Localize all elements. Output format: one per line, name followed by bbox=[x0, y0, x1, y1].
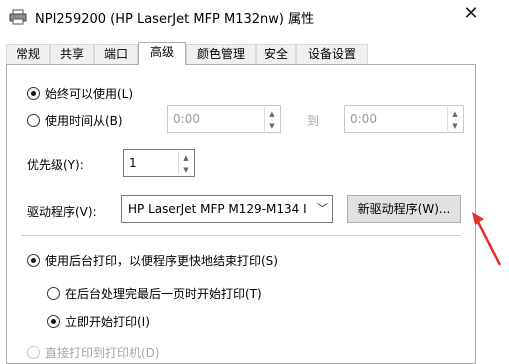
close-button[interactable]: ✕ bbox=[456, 0, 486, 30]
tab-security[interactable]: 安全 bbox=[256, 44, 296, 64]
spool-radio[interactable] bbox=[27, 254, 40, 267]
tab-general[interactable]: 常规 bbox=[6, 44, 50, 64]
spin-up-icon[interactable]: ▲ bbox=[448, 107, 462, 119]
tab-advanced[interactable]: 高级 bbox=[138, 42, 186, 65]
always-available-label[interactable]: 始终可以使用(L) bbox=[45, 85, 133, 102]
available-from-radio[interactable] bbox=[27, 114, 40, 127]
spin-down-icon[interactable]: ▼ bbox=[265, 119, 279, 131]
tab-ports[interactable]: 端口 bbox=[94, 44, 138, 64]
tab-sharing[interactable]: 共享 bbox=[50, 44, 94, 64]
spin-down-icon[interactable]: ▼ bbox=[179, 163, 193, 175]
driver-label: 驱动程序(V): bbox=[27, 205, 97, 219]
chevron-down-icon: ﹀ bbox=[317, 202, 328, 215]
from-time-value: 0:00 bbox=[173, 112, 200, 126]
available-to-time[interactable]: 0:00 ▲ ▼ bbox=[344, 105, 464, 133]
printer-icon bbox=[9, 9, 27, 25]
always-available-radio[interactable] bbox=[27, 87, 40, 100]
to-time-spinner: ▲ ▼ bbox=[447, 107, 462, 131]
priority-spinner: ▲ ▼ bbox=[178, 151, 193, 175]
title-bar: NPI259200 (HP LaserJet MFP M132nw) 属性 ✕ bbox=[0, 0, 509, 34]
driver-select[interactable]: HP LaserJet MFP M129-M134 I ﹀ bbox=[121, 195, 333, 223]
to-time-value: 0:00 bbox=[350, 112, 377, 126]
spin-up-icon[interactable]: ▲ bbox=[265, 107, 279, 119]
driver-selected-value: HP LaserJet MFP M129-M134 I bbox=[128, 202, 307, 216]
start-immediately-label[interactable]: 立即开始打印(I) bbox=[65, 313, 150, 330]
available-from-time[interactable]: 0:00 ▲ ▼ bbox=[167, 105, 281, 133]
advanced-panel: 始终可以使用(L) 使用时间从(B) 0:00 ▲ ▼ 到 0:00 ▲ ▼ 优… bbox=[6, 64, 476, 364]
new-driver-button[interactable]: 新驱动程序(W)... bbox=[347, 195, 461, 223]
spin-down-icon[interactable]: ▼ bbox=[448, 119, 462, 131]
priority-label: 优先级(Y): bbox=[27, 158, 84, 172]
tab-device-settings[interactable]: 设备设置 bbox=[296, 44, 368, 64]
priority-value: 1 bbox=[129, 156, 137, 170]
available-from-label[interactable]: 使用时间从(B) bbox=[45, 112, 123, 129]
separator bbox=[21, 235, 461, 236]
priority-stepper[interactable]: 1 ▲ ▼ bbox=[123, 149, 195, 177]
annotation-arrow-icon bbox=[472, 212, 502, 266]
to-label: 到 bbox=[307, 114, 320, 128]
print-direct-radio[interactable] bbox=[27, 346, 40, 359]
tab-color-management[interactable]: 颜色管理 bbox=[186, 44, 256, 64]
tab-strip: 常规 共享 端口 高级 颜色管理 安全 设备设置 bbox=[6, 42, 476, 65]
print-direct-label[interactable]: 直接打印到打印机(D) bbox=[45, 344, 160, 361]
start-immediately-radio[interactable] bbox=[47, 315, 60, 328]
from-time-spinner: ▲ ▼ bbox=[264, 107, 279, 131]
start-after-last-page-radio[interactable] bbox=[47, 287, 60, 300]
window-title: NPI259200 (HP LaserJet MFP M132nw) 属性 bbox=[35, 12, 315, 27]
spin-up-icon[interactable]: ▲ bbox=[179, 151, 193, 163]
start-after-last-page-label[interactable]: 在后台处理完最后一页时开始打印(T) bbox=[65, 285, 262, 302]
spool-label[interactable]: 使用后台打印，以便程序更快地结束打印(S) bbox=[45, 252, 278, 269]
